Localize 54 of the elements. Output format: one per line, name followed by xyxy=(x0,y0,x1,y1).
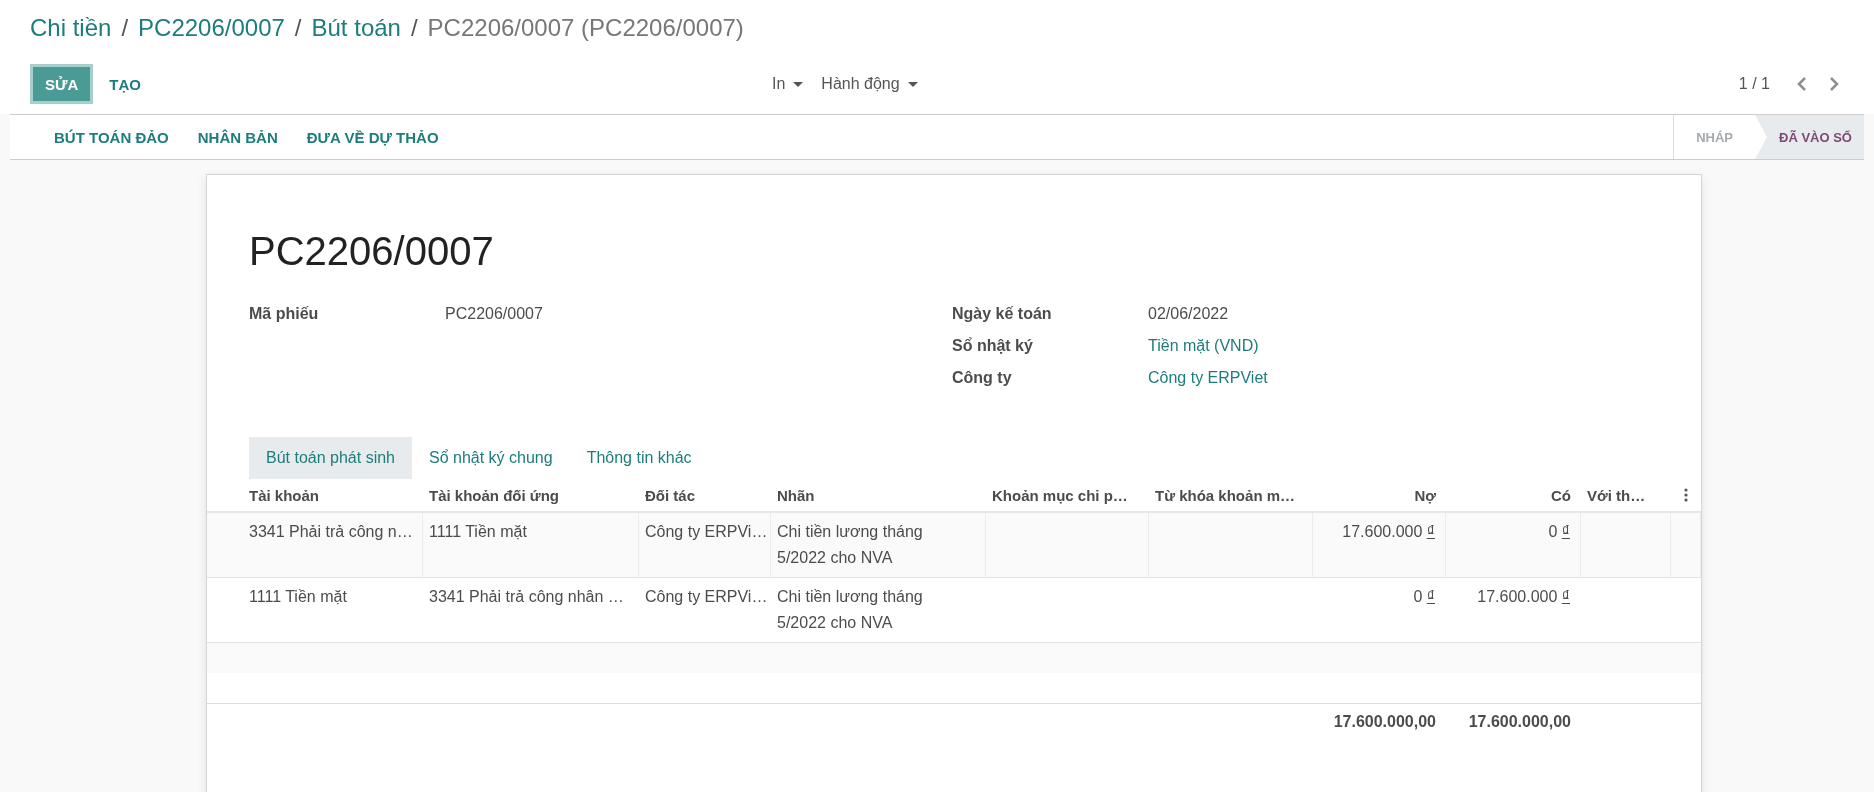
dropdown-button[interactable]: Hành động xyxy=(821,75,918,93)
edit-button[interactable]: SỬA xyxy=(30,64,94,104)
table-cell-text: 1111 Tiền mặt xyxy=(248,587,348,607)
table-cell-text: Chi tiền lương tháng 5/2022 cho NVA xyxy=(776,587,924,633)
action-button[interactable]: NHÂN BẢN xyxy=(183,115,293,159)
breadcrumb-separator: / xyxy=(410,14,418,42)
column-header[interactable]: Nợ xyxy=(1313,486,1446,504)
action-button[interactable]: ĐƯA VỀ DỰ THẢO xyxy=(292,115,454,159)
record-title: PC2206/0007 xyxy=(249,229,495,274)
field-label: Công ty xyxy=(952,368,1013,388)
pager-counter: 1 / 1 xyxy=(1738,75,1770,93)
table-cell: 17.600.000 ₫ xyxy=(1313,513,1446,577)
column-header[interactable]: Tài khoản xyxy=(207,486,423,504)
table-cell-text: Công ty ERPVi… xyxy=(644,587,769,607)
table-cell-text: 17.600.000 ₫ xyxy=(1476,587,1571,607)
dropdown-button[interactable]: In xyxy=(772,75,804,93)
breadcrumb-link[interactable]: PC2206/0007 xyxy=(138,14,285,42)
field-link[interactable]: Công ty ERPViet xyxy=(1148,366,1268,389)
breadcrumb-separator: / xyxy=(294,14,302,42)
previous-icon[interactable] xyxy=(1796,76,1808,92)
breadcrumb-current: PC2206/0007 (PC2206/0007) xyxy=(427,14,744,42)
table-cell-text: 0 ₫ xyxy=(1412,587,1436,607)
field-link[interactable]: Tiền mặt (VND) xyxy=(1148,334,1259,357)
breadcrumb-link[interactable]: Bút toán xyxy=(311,14,401,42)
tab[interactable]: Sổ nhật ký chung xyxy=(412,437,570,479)
tab[interactable]: Bút toán phát sinh xyxy=(249,437,412,479)
column-header[interactable]: Tài khoản đối ứng xyxy=(423,486,639,504)
table-cell: 1111 Tiền mặt xyxy=(423,513,639,577)
table-cell-text: 3341 Phải trả công nhân … xyxy=(428,587,625,607)
field-label: Ngày kế toán xyxy=(952,304,1053,324)
column-header[interactable]: Nhãn xyxy=(771,486,986,504)
table-cell: Công ty ERPVi… xyxy=(639,513,771,577)
column-header[interactable]: Đối tác xyxy=(639,486,771,504)
column-header[interactable]: Có xyxy=(1446,486,1581,504)
column-header[interactable]: Từ khóa khoản m… xyxy=(1149,486,1313,504)
table-cell: Chi tiền lương tháng 5/2022 cho NVA xyxy=(771,513,986,577)
field-value: PC2206/0007 xyxy=(445,304,543,324)
breadcrumb-separator: / xyxy=(121,14,129,42)
field-label: Sổ nhật ký xyxy=(952,336,1034,356)
column-header[interactable]: Khoản mục chi p… xyxy=(986,486,1149,504)
action-button[interactable]: BÚT TOÁN ĐẢO xyxy=(40,115,184,159)
create-button[interactable]: TẠO xyxy=(97,64,153,104)
table-cell: 3341 Phải trả công n… xyxy=(207,513,423,577)
tab[interactable]: Thông tin khác xyxy=(569,437,709,479)
debit-total: 17.600.000,00 xyxy=(1332,713,1437,731)
field-value: 02/06/2022 xyxy=(1148,304,1229,324)
breadcrumb-link[interactable]: Chi tiền xyxy=(30,14,112,42)
field-label: Mã phiếu xyxy=(249,304,320,324)
next-icon[interactable] xyxy=(1828,76,1840,92)
credit-total: 17.600.000,00 xyxy=(1467,713,1572,731)
column-options-icon[interactable] xyxy=(1684,488,1688,502)
column-header[interactable]: Với th… xyxy=(1581,486,1671,504)
table-cell: 0 ₫ xyxy=(1446,513,1581,577)
status-stage[interactable]: ĐÃ VÀO SỔ xyxy=(1755,115,1864,159)
